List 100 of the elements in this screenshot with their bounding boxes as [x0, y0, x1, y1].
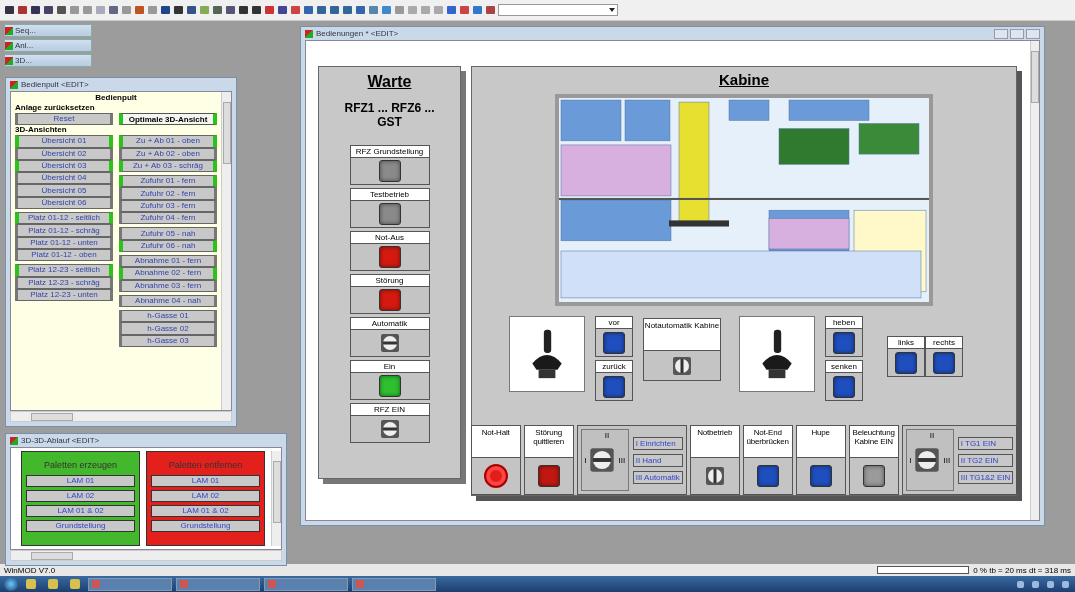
caret-icon	[609, 8, 615, 12]
palette-button[interactable]: Grundstellung	[151, 520, 260, 532]
mode-indicator: III Automatik	[632, 470, 683, 484]
lamp-button[interactable]	[378, 246, 401, 268]
view-button[interactable]: Abnahme 04 - nah	[119, 294, 217, 308]
scrollbar[interactable]	[271, 451, 281, 546]
position-label: II	[929, 431, 935, 440]
control-label: senken	[826, 361, 862, 373]
start-button[interactable]	[4, 577, 18, 591]
app-icon	[305, 29, 313, 38]
rotary-switch-icon[interactable]	[379, 419, 400, 439]
window-title: 3D-3D-Ablauf <EDIT>	[21, 436, 100, 445]
mode-indicator: II Hand	[632, 453, 683, 467]
emergency-stop-button[interactable]	[483, 464, 508, 488]
rotary-switch-icon[interactable]	[704, 466, 725, 486]
lamp-button[interactable]	[809, 465, 832, 487]
lamp-button[interactable]	[537, 465, 560, 487]
optimal-view-button[interactable]: Optimale 3D-Ansicht	[119, 113, 217, 126]
view-button[interactable]: Platz 12-23 - seitlich	[15, 264, 113, 277]
minimized-window[interactable]: 3D...	[4, 54, 92, 67]
selector-switch-icon[interactable]	[914, 447, 941, 473]
control-label: Hupe	[796, 426, 845, 458]
control-label: heben	[826, 317, 862, 329]
lamp-button[interactable]	[378, 289, 401, 311]
view-button[interactable]: Zu + Ab 01 - oben	[119, 135, 217, 148]
palette-button[interactable]: LAM 01	[151, 475, 260, 487]
view-button[interactable]: Übersicht 04	[15, 172, 113, 185]
control-label: Ein	[350, 361, 429, 373]
view-button[interactable]: Abnahme 01 - fern	[119, 254, 217, 268]
rotary-switch-icon[interactable]	[379, 333, 400, 353]
mode-indicator: II TG2 EIN	[957, 453, 1014, 467]
position-label: III	[943, 455, 951, 465]
view-button[interactable]: Zufuhr 04 - fern	[119, 212, 217, 225]
push-button[interactable]	[895, 351, 917, 374]
window-title: Bedienpult <EDIT>	[21, 80, 89, 89]
lamp-button[interactable]	[378, 160, 401, 182]
scrollbar[interactable]	[1030, 41, 1039, 520]
view-button[interactable]: Zufuhr 02 - fern	[119, 187, 217, 200]
panel-heading: Kabine	[719, 71, 769, 88]
app-icon	[10, 436, 18, 445]
palette-button[interactable]: LAM 01 & 02	[26, 505, 135, 517]
view-button[interactable]: h-Gasse 01	[119, 310, 217, 323]
mode-indicator: III TG1&2 EIN	[957, 470, 1014, 484]
dropdown-field[interactable]	[498, 4, 618, 16]
view-button[interactable]: Zufuhr 05 - nah	[119, 227, 217, 240]
scrollbar[interactable]	[221, 92, 231, 410]
push-button[interactable]	[603, 331, 625, 354]
panel-heading: Bedienpult	[94, 93, 138, 103]
view-button[interactable]: Platz 01-12 - schräg	[15, 224, 113, 237]
palette-button[interactable]: LAM 01 & 02	[151, 505, 260, 517]
panel-subtitle: RFZ1 ... RFZ6 ... GST	[343, 101, 436, 129]
selector-switch-icon[interactable]	[589, 447, 616, 473]
view-button[interactable]: Abnahme 02 - fern	[119, 267, 217, 280]
status-text: 0 % tb = 20 ms dt = 318 ms	[973, 565, 1071, 575]
push-button[interactable]	[833, 331, 855, 354]
scrollbar[interactable]	[10, 550, 282, 561]
minimized-window[interactable]: Anl...	[4, 39, 92, 52]
position-label: II	[604, 431, 610, 440]
control-label: Störung quittieren	[524, 426, 573, 458]
position-label: I	[584, 455, 587, 465]
control-label: Automatik	[350, 318, 429, 330]
view-button[interactable]: Übersicht 01	[15, 135, 113, 148]
control-label: Not-Halt	[471, 426, 520, 458]
reset-button[interactable]: Reset	[15, 113, 113, 126]
palette-button[interactable]: LAM 02	[151, 490, 260, 502]
control-label: rechts	[926, 337, 962, 349]
panel-heading: Paletten erzeugen	[42, 459, 119, 472]
palette-button[interactable]: LAM 02	[26, 490, 135, 502]
app-icon	[10, 80, 18, 89]
section-label: 3D-Ansichten	[15, 125, 68, 136]
lamp-button[interactable]	[862, 465, 885, 487]
control-label: Beleuchtung Kabine EIN	[849, 426, 898, 458]
control-label: Notbetrieb	[690, 426, 739, 458]
control-label: Störung	[350, 275, 429, 287]
push-button[interactable]	[833, 375, 855, 398]
push-button[interactable]	[603, 375, 625, 398]
push-button[interactable]	[933, 351, 955, 374]
position-label: III	[618, 455, 626, 465]
control-label: RFZ EIN	[350, 404, 429, 416]
view-button[interactable]: Zufuhr 01 - fern	[119, 175, 217, 188]
control-label: links	[888, 337, 924, 349]
view-button[interactable]: Übersicht 05	[15, 184, 113, 197]
palette-button[interactable]: LAM 01	[26, 475, 135, 487]
section-label: Anlage zurücksetzen	[15, 103, 96, 113]
lamp-button[interactable]	[378, 203, 401, 225]
view-button[interactable]: Platz 01-12 - seitlich	[15, 212, 113, 225]
palette-button[interactable]: Grundstellung	[26, 520, 135, 532]
mode-indicator: I Einrichten	[632, 436, 683, 450]
panel-heading: Warte	[367, 73, 412, 91]
view-button[interactable]: h-Gasse 02	[119, 322, 217, 335]
lamp-button[interactable]	[378, 375, 401, 397]
minimized-window[interactable]: Seq...	[4, 24, 92, 37]
control-label: Not-End überbrücken	[743, 426, 792, 458]
control-label: Notautomatik Kabine	[644, 319, 720, 351]
rotary-switch-icon[interactable]	[672, 355, 692, 376]
lamp-button[interactable]	[756, 465, 779, 487]
control-label: vor	[596, 317, 632, 329]
position-label: I	[909, 455, 912, 465]
control-label: zurück	[596, 361, 632, 373]
scrollbar[interactable]	[10, 411, 232, 422]
